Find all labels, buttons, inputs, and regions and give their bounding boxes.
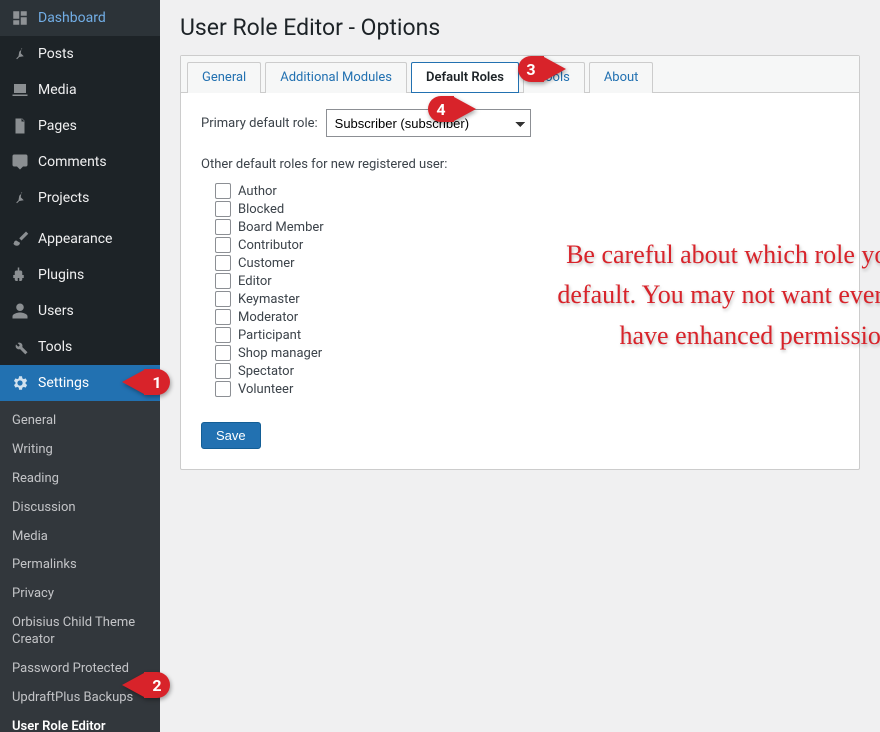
- sidebar-item-appearance[interactable]: Appearance: [0, 221, 160, 257]
- role-checkbox[interactable]: [215, 183, 231, 199]
- submenu-item-writing[interactable]: Writing: [0, 436, 160, 465]
- save-button[interactable]: Save: [201, 422, 261, 449]
- role-label: Customer: [238, 256, 295, 271]
- role-option-spectator: Spectator: [215, 362, 839, 380]
- role-option-keymaster: Keymaster: [215, 290, 839, 308]
- sidebar-item-pages[interactable]: Pages: [0, 108, 160, 144]
- submenu-item-updraftplus-backups[interactable]: UpdraftPlus Backups: [0, 684, 160, 713]
- role-checkbox[interactable]: [215, 273, 231, 289]
- role-option-board-member: Board Member: [215, 218, 839, 236]
- sidebar-item-label: Plugins: [38, 267, 84, 283]
- submenu-item-media[interactable]: Media: [0, 523, 160, 552]
- sidebar-item-label: Pages: [38, 118, 77, 134]
- sidebar-item-settings[interactable]: Settings: [0, 365, 160, 401]
- main-content: User Role Editor - Options GeneralAdditi…: [160, 0, 880, 732]
- submenu-item-discussion[interactable]: Discussion: [0, 494, 160, 523]
- users-icon: [10, 301, 30, 321]
- role-option-shop-manager: Shop manager: [215, 344, 839, 362]
- primary-role-label: Primary default role:: [201, 116, 318, 131]
- role-label: Keymaster: [238, 292, 300, 307]
- role-checkbox[interactable]: [215, 237, 231, 253]
- role-checkbox[interactable]: [215, 255, 231, 271]
- page-icon: [10, 116, 30, 136]
- sidebar-item-users[interactable]: Users: [0, 293, 160, 329]
- role-label: Author: [238, 184, 277, 199]
- role-option-author: Author: [215, 182, 839, 200]
- sidebar-item-label: Media: [38, 82, 77, 98]
- tools-icon: [10, 337, 30, 357]
- dashboard-icon: [10, 8, 30, 28]
- sidebar-item-comments[interactable]: Comments: [0, 144, 160, 180]
- submenu-item-orbisius-child-theme-creator[interactable]: Orbisius Child Theme Creator: [0, 609, 160, 655]
- role-checkbox[interactable]: [215, 345, 231, 361]
- sidebar-item-label: Dashboard: [38, 10, 106, 26]
- role-checkbox[interactable]: [215, 291, 231, 307]
- role-option-volunteer: Volunteer: [215, 380, 839, 398]
- tab-bar: GeneralAdditional ModulesDefault RolesTo…: [181, 56, 859, 93]
- other-roles-label: Other default roles for new registered u…: [201, 157, 839, 172]
- options-panel: GeneralAdditional ModulesDefault RolesTo…: [180, 55, 860, 470]
- sidebar-item-posts[interactable]: Posts: [0, 36, 160, 72]
- brush-icon: [10, 229, 30, 249]
- role-option-contributor: Contributor: [215, 236, 839, 254]
- plugin-icon: [10, 265, 30, 285]
- role-option-moderator: Moderator: [215, 308, 839, 326]
- role-label: Spectator: [238, 364, 294, 379]
- page-title: User Role Editor - Options: [180, 14, 860, 41]
- role-label: Moderator: [238, 310, 298, 325]
- role-option-customer: Customer: [215, 254, 839, 272]
- comments-icon: [10, 152, 30, 172]
- sidebar-item-label: Appearance: [38, 231, 112, 247]
- settings-submenu: GeneralWritingReadingDiscussionMediaPerm…: [0, 401, 160, 732]
- tab-tools[interactable]: Tools: [523, 62, 585, 93]
- tab-about[interactable]: About: [589, 62, 654, 93]
- pin-icon: [10, 188, 30, 208]
- tab-general[interactable]: General: [187, 62, 261, 93]
- submenu-item-reading[interactable]: Reading: [0, 465, 160, 494]
- primary-role-select[interactable]: Subscriber (subscriber): [326, 109, 531, 137]
- role-checkbox[interactable]: [215, 219, 231, 235]
- role-checkbox[interactable]: [215, 201, 231, 217]
- role-checkbox[interactable]: [215, 363, 231, 379]
- sidebar-item-label: Posts: [38, 46, 74, 62]
- media-icon: [10, 80, 30, 100]
- sidebar-item-label: Users: [38, 303, 74, 319]
- admin-sidebar: Dashboard Posts Media Pages Comments Projects…: [0, 0, 160, 732]
- submenu-item-permalinks[interactable]: Permalinks: [0, 551, 160, 580]
- sidebar-item-plugins[interactable]: Plugins: [0, 257, 160, 293]
- submenu-item-privacy[interactable]: Privacy: [0, 580, 160, 609]
- tab-default-roles[interactable]: Default Roles: [411, 62, 519, 93]
- role-label: Editor: [238, 274, 272, 289]
- sidebar-item-media[interactable]: Media: [0, 72, 160, 108]
- role-option-blocked: Blocked: [215, 200, 839, 218]
- role-checkbox[interactable]: [215, 309, 231, 325]
- role-label: Volunteer: [238, 382, 293, 397]
- role-checkbox[interactable]: [215, 381, 231, 397]
- pin-icon: [10, 44, 30, 64]
- sidebar-item-tools[interactable]: Tools: [0, 329, 160, 365]
- sidebar-item-label: Settings: [38, 375, 89, 391]
- sidebar-item-projects[interactable]: Projects: [0, 180, 160, 216]
- submenu-item-general[interactable]: General: [0, 407, 160, 436]
- sidebar-item-dashboard[interactable]: Dashboard: [0, 0, 160, 36]
- role-option-participant: Participant: [215, 326, 839, 344]
- roles-list: Author Blocked Board Member Contributor Cust…: [215, 182, 839, 398]
- sidebar-item-label: Projects: [38, 190, 89, 206]
- submenu-item-password-protected[interactable]: Password Protected: [0, 655, 160, 684]
- settings-icon: [10, 373, 30, 393]
- role-option-editor: Editor: [215, 272, 839, 290]
- sidebar-item-label: Tools: [38, 339, 72, 355]
- role-checkbox[interactable]: [215, 327, 231, 343]
- sidebar-item-label: Comments: [38, 154, 107, 170]
- role-label: Contributor: [238, 238, 303, 253]
- role-label: Board Member: [238, 220, 324, 235]
- role-label: Blocked: [238, 202, 284, 217]
- tab-additional-modules[interactable]: Additional Modules: [265, 62, 407, 93]
- role-label: Shop manager: [238, 346, 322, 361]
- role-label: Participant: [238, 328, 301, 343]
- submenu-item-user-role-editor[interactable]: User Role Editor: [0, 713, 160, 732]
